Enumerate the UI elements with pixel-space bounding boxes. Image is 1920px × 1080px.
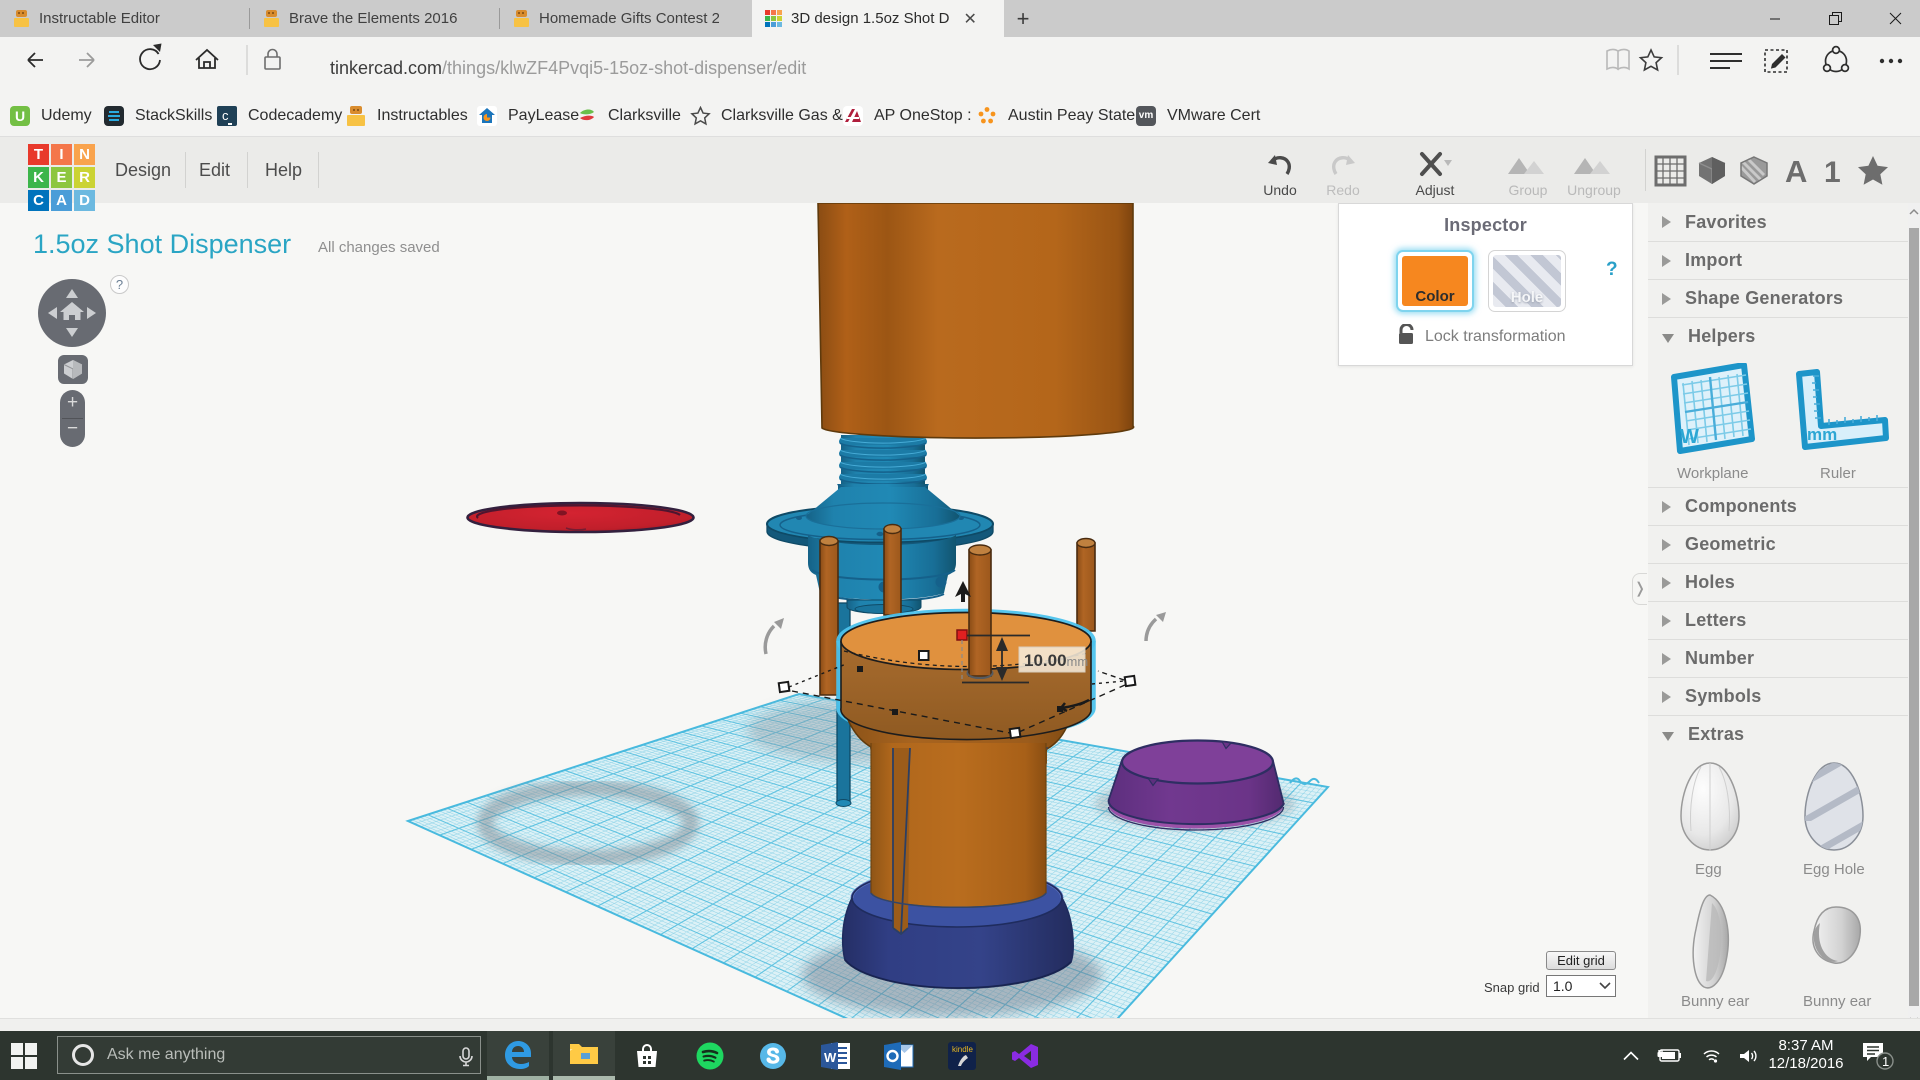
svg-text:10.00mm: 10.00mm xyxy=(1024,651,1088,670)
svg-text:1: 1 xyxy=(1824,156,1841,189)
svg-text:A: A xyxy=(1785,155,1807,189)
svg-text:1: 1 xyxy=(1882,1054,1889,1069)
svg-text:W: W xyxy=(824,1050,837,1065)
svg-text:kindle: kindle xyxy=(952,1045,973,1054)
svg-text:W: W xyxy=(1680,426,1699,448)
svg-text:mm: mm xyxy=(1807,425,1837,444)
